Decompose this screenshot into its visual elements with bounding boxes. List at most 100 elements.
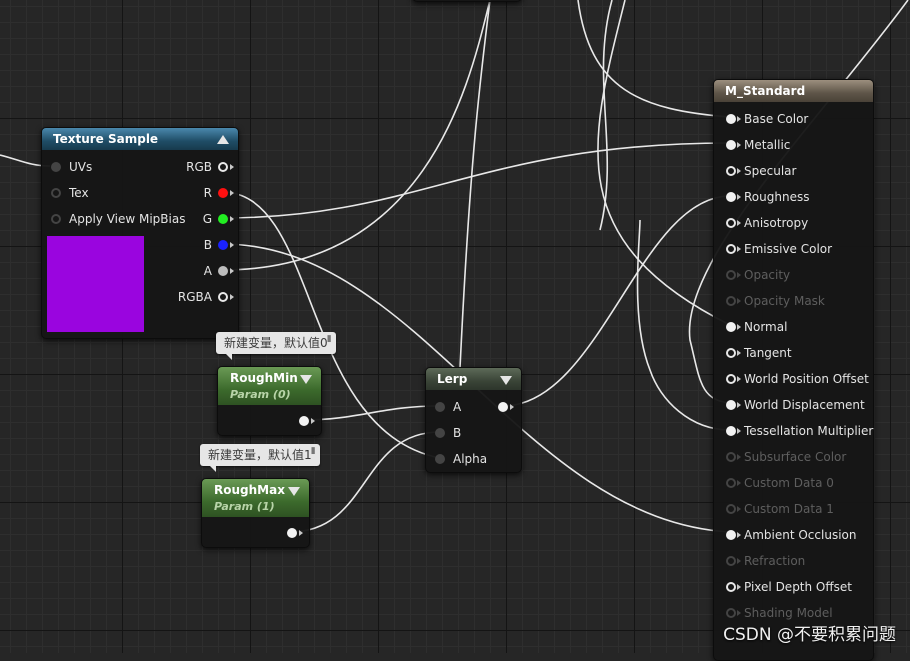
- g-output-pin[interactable]: [218, 214, 228, 224]
- texture-sample-node[interactable]: Texture Sample UVs Tex Apply View MipBia…: [41, 127, 239, 339]
- material-pin-18[interactable]: [726, 582, 736, 592]
- material-pin-label: World Position Offset: [744, 372, 869, 386]
- material-pin-arrow-icon: [737, 142, 741, 148]
- material-pin-arrow-icon: [737, 376, 741, 382]
- tex-input-pin[interactable]: [51, 188, 61, 198]
- uvs-input-pin[interactable]: [51, 162, 61, 172]
- material-pin-label: Specular: [744, 164, 797, 178]
- rgb-output-label: RGB: [186, 160, 212, 174]
- rgba-arrow-icon: [230, 294, 234, 300]
- material-pin-arrow-icon: [737, 480, 741, 486]
- lerp-b-pin[interactable]: [435, 428, 445, 438]
- material-pin-2[interactable]: [726, 166, 736, 176]
- material-pin-arrow-icon: [737, 532, 741, 538]
- collapse-icon[interactable]: [288, 487, 300, 496]
- material-pin-arrow-icon: [737, 454, 741, 460]
- rgb-output-pin[interactable]: [218, 162, 228, 172]
- material-pin-11[interactable]: [726, 400, 736, 410]
- g-arrow-icon: [230, 216, 234, 222]
- offscreen-node[interactable]: [412, 0, 522, 2]
- material-pin-arrow-icon: [737, 402, 741, 408]
- comment-tail: [226, 354, 232, 360]
- material-pin-5[interactable]: [726, 244, 736, 254]
- material-pin-12[interactable]: [726, 426, 736, 436]
- texture-sample-header[interactable]: Texture Sample: [42, 128, 238, 150]
- roughmax-subtitle: Param (1): [214, 500, 275, 513]
- material-pin-6: [726, 270, 736, 280]
- g-output-label: G: [202, 212, 212, 226]
- r-output-pin[interactable]: [218, 188, 228, 198]
- material-pin-label: Subsurface Color: [744, 450, 847, 464]
- collapse-icon[interactable]: [300, 375, 312, 384]
- uvs-input-label: UVs: [69, 160, 93, 174]
- material-header[interactable]: M_Standard: [714, 80, 873, 102]
- material-pin-arrow-icon: [737, 584, 741, 590]
- material-pin-10[interactable]: [726, 374, 736, 384]
- material-pin-14: [726, 478, 736, 488]
- b-output-pin[interactable]: [218, 240, 228, 250]
- material-pin-arrow-icon: [737, 506, 741, 512]
- lerp-alpha-label: Alpha: [453, 452, 488, 466]
- material-pin-label: Anisotropy: [744, 216, 809, 230]
- material-pin-0[interactable]: [726, 114, 736, 124]
- material-pin-3[interactable]: [726, 192, 736, 202]
- material-pin-arrow-icon: [737, 246, 741, 252]
- roughmin-header[interactable]: RoughMin Param (0): [218, 367, 321, 405]
- material-pin-17: [726, 556, 736, 566]
- material-pin-1[interactable]: [726, 140, 736, 150]
- roughmax-node[interactable]: RoughMax Param (1): [201, 478, 310, 548]
- pin-icon[interactable]: ▮: [327, 335, 332, 344]
- collapse-icon[interactable]: [500, 376, 512, 385]
- rgba-output-pin[interactable]: [218, 292, 228, 302]
- lerp-output-pin[interactable]: [498, 402, 508, 412]
- material-pin-15: [726, 504, 736, 514]
- material-pin-arrow-icon: [737, 298, 741, 304]
- lerp-header[interactable]: Lerp: [426, 368, 521, 390]
- roughmax-arrow-icon: [299, 530, 303, 536]
- material-pin-arrow-icon: [737, 194, 741, 200]
- material-pin-arrow-icon: [737, 272, 741, 278]
- tex-input-label: Tex: [69, 186, 89, 200]
- material-pin-label: Opacity: [744, 268, 791, 282]
- material-pin-4[interactable]: [726, 218, 736, 228]
- material-pin-7: [726, 296, 736, 306]
- lerp-arrow-icon: [510, 404, 514, 410]
- material-pin-16[interactable]: [726, 530, 736, 540]
- a-output-pin[interactable]: [218, 266, 228, 276]
- roughmax-output-pin[interactable]: [287, 528, 297, 538]
- roughmax-title: RoughMax: [214, 483, 285, 497]
- material-pin-arrow-icon: [737, 350, 741, 356]
- roughmin-subtitle: Param (0): [230, 388, 291, 401]
- material-pin-label: Tessellation Multiplier: [744, 424, 874, 438]
- material-pin-label: Metallic: [744, 138, 791, 152]
- roughmax-comment[interactable]: 新建变量，默认值1 ▮: [200, 444, 320, 472]
- material-pin-19: [726, 608, 736, 618]
- rgb-arrow-icon: [230, 164, 234, 170]
- material-pin-label: Refraction: [744, 554, 806, 568]
- roughmin-output-pin[interactable]: [299, 416, 309, 426]
- b-arrow-icon: [230, 242, 234, 248]
- roughmin-title: RoughMin: [230, 371, 298, 385]
- roughmax-header[interactable]: RoughMax Param (1): [202, 479, 309, 517]
- lerp-b-label: B: [453, 426, 462, 440]
- material-pin-arrow-icon: [737, 220, 741, 226]
- material-pin-9[interactable]: [726, 348, 736, 358]
- lerp-node[interactable]: Lerp A B Alpha: [425, 367, 522, 473]
- material-title: M_Standard: [725, 84, 806, 98]
- lerp-alpha-pin[interactable]: [435, 454, 445, 464]
- watermark: CSDN @不要积累问题: [723, 625, 896, 645]
- material-result-node[interactable]: M_Standard Base Color Metallic Specular Rou…: [713, 79, 874, 661]
- comment-tail: [210, 466, 216, 472]
- texture-preview: [47, 236, 144, 332]
- material-pin-label: Ambient Occlusion: [744, 528, 857, 542]
- roughmin-node[interactable]: RoughMin Param (0): [217, 366, 322, 436]
- mipbias-input-pin[interactable]: [51, 214, 61, 224]
- pin-icon[interactable]: ▮: [311, 447, 316, 456]
- lerp-a-pin[interactable]: [435, 402, 445, 412]
- collapse-icon[interactable]: [217, 135, 229, 144]
- mipbias-input-label: Apply View MipBias: [69, 212, 186, 226]
- material-pin-8[interactable]: [726, 322, 736, 332]
- roughmin-comment[interactable]: 新建变量，默认值0 ▮: [216, 332, 336, 360]
- material-pin-label: Opacity Mask: [744, 294, 825, 308]
- material-pin-label: Custom Data 1: [744, 502, 834, 516]
